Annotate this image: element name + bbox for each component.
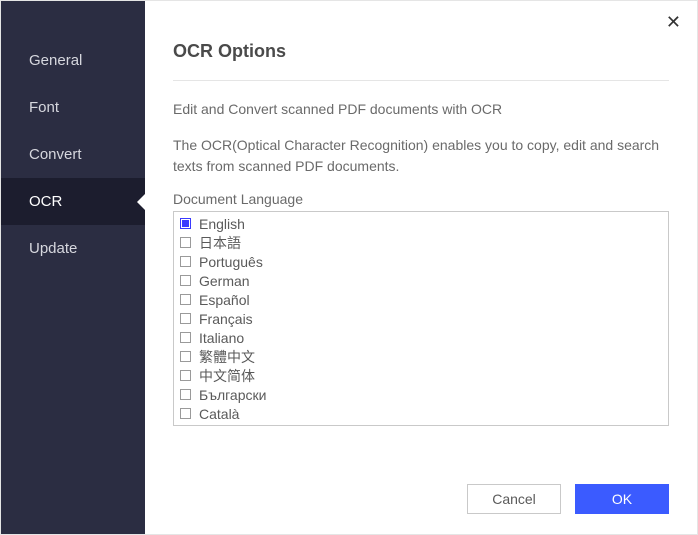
checkbox-icon[interactable] xyxy=(180,275,191,286)
lead-text: Edit and Convert scanned PDF documents w… xyxy=(173,101,669,117)
language-item-japanese[interactable]: 日本語 xyxy=(180,233,668,252)
language-item-chinese-traditional[interactable]: 繁體中文 xyxy=(180,347,668,366)
sidebar-item-general[interactable]: General xyxy=(1,37,145,84)
language-label: Document Language xyxy=(173,191,669,207)
checkbox-icon[interactable] xyxy=(180,237,191,248)
checkbox-icon[interactable] xyxy=(180,294,191,305)
checkbox-icon[interactable] xyxy=(180,351,191,362)
language-item-bulgarian[interactable]: Български xyxy=(180,385,668,404)
ok-button[interactable]: OK xyxy=(575,484,669,514)
language-item-spanish[interactable]: Español xyxy=(180,290,668,309)
checkbox-icon[interactable] xyxy=(180,408,191,419)
language-label-text: Español xyxy=(199,292,250,308)
checkbox-icon[interactable] xyxy=(180,370,191,381)
checkbox-icon[interactable] xyxy=(180,389,191,400)
checkbox-icon[interactable] xyxy=(180,313,191,324)
sidebar-item-ocr[interactable]: OCR xyxy=(1,178,145,225)
sidebar-item-label: OCR xyxy=(29,193,62,210)
sidebar: General Font Convert OCR Update xyxy=(1,1,145,534)
options-dialog: General Font Convert OCR Update ✕ OCR Op… xyxy=(0,0,698,535)
main-panel: ✕ OCR Options Edit and Convert scanned P… xyxy=(145,1,697,534)
checkbox-icon[interactable] xyxy=(180,332,191,343)
language-item-french[interactable]: Français xyxy=(180,309,668,328)
language-label-text: Català xyxy=(199,406,239,422)
sidebar-item-label: Update xyxy=(29,240,77,257)
language-label-text: 日本語 xyxy=(199,233,241,253)
sidebar-item-font[interactable]: Font xyxy=(1,84,145,131)
checkbox-icon[interactable] xyxy=(180,218,191,229)
language-label-text: Български xyxy=(199,387,266,403)
close-button[interactable]: ✕ xyxy=(662,9,685,35)
cancel-button[interactable]: Cancel xyxy=(467,484,561,514)
sidebar-item-label: General xyxy=(29,52,82,69)
description-text: The OCR(Optical Character Recognition) e… xyxy=(173,135,669,177)
language-item-italian[interactable]: Italiano xyxy=(180,328,668,347)
language-label-text: English xyxy=(199,216,245,232)
language-item-portuguese[interactable]: Português xyxy=(180,252,668,271)
button-label: OK xyxy=(612,491,632,507)
divider xyxy=(173,80,669,81)
checkbox-icon[interactable] xyxy=(180,256,191,267)
language-item-chinese-simplified[interactable]: 中文简体 xyxy=(180,366,668,385)
content-area: OCR Options Edit and Convert scanned PDF… xyxy=(145,1,697,466)
sidebar-item-convert[interactable]: Convert xyxy=(1,131,145,178)
language-label-text: 中文简体 xyxy=(199,366,255,386)
language-item-english[interactable]: English xyxy=(180,214,668,233)
page-title: OCR Options xyxy=(173,41,669,62)
language-label-text: German xyxy=(199,273,250,289)
language-label-text: Italiano xyxy=(199,330,244,346)
language-label-text: Português xyxy=(199,254,263,270)
sidebar-item-label: Font xyxy=(29,99,59,116)
sidebar-item-update[interactable]: Update xyxy=(1,225,145,272)
close-icon: ✕ xyxy=(666,12,681,32)
language-item-german[interactable]: German xyxy=(180,271,668,290)
language-label-text: Français xyxy=(199,311,253,327)
button-label: Cancel xyxy=(492,491,536,507)
language-label-text: 繁體中文 xyxy=(199,347,255,367)
sidebar-item-label: Convert xyxy=(29,146,82,163)
dialog-footer: Cancel OK xyxy=(145,466,697,534)
language-item-catalan[interactable]: Català xyxy=(180,404,668,423)
language-listbox[interactable]: English 日本語 Português German Español Fra… xyxy=(173,211,669,426)
